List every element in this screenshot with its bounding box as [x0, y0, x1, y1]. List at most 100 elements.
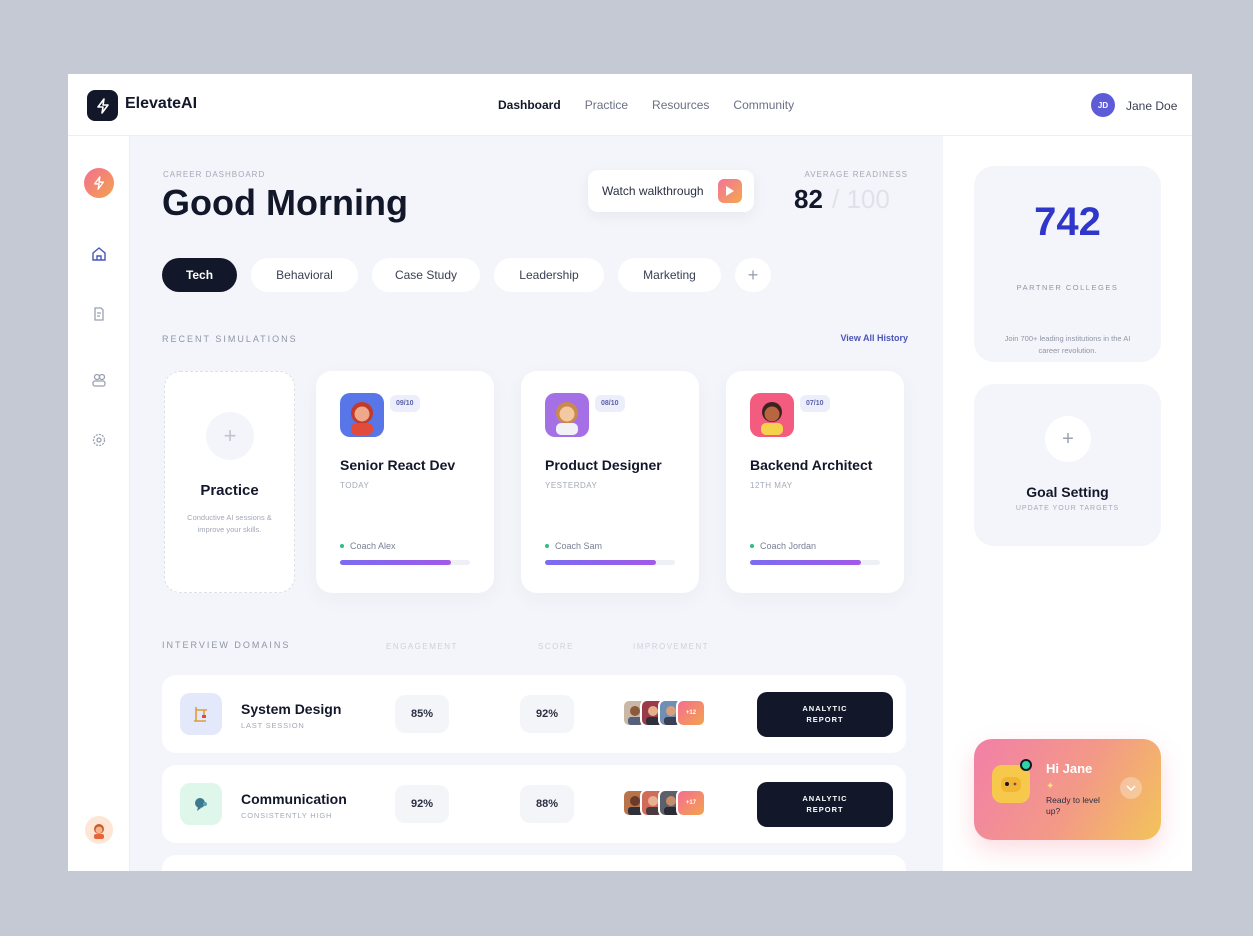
simulation-title: Product Designer	[545, 457, 662, 473]
tab-case-study[interactable]: Case Study	[372, 258, 480, 292]
practice-card[interactable]: + Practice Conductive AI sessions & impr…	[164, 371, 295, 593]
improvement-avatars: +12	[622, 699, 706, 727]
status-dot	[340, 544, 344, 548]
coach-label: Coach Sam	[555, 541, 603, 551]
sidebar	[68, 136, 130, 871]
recent-simulations-heading: RECENT SIMULATIONS	[162, 334, 298, 344]
coach-label: Coach Jordan	[760, 541, 817, 551]
column-score: SCORE	[538, 642, 574, 651]
goal-setting-card[interactable]: + Goal Setting UPDATE YOUR TARGETS	[974, 384, 1161, 546]
simulation-date: 12TH MAY	[750, 481, 793, 490]
coach-name: Coach Alex	[340, 541, 396, 551]
interview-domains-heading: INTERVIEW DOMAINS	[162, 640, 291, 650]
domain-row[interactable]: System Design LAST SESSION 85% 92% +12 A…	[162, 675, 906, 753]
user-name[interactable]: Jane Doe	[1126, 99, 1177, 113]
page-title: Good Morning	[162, 182, 408, 223]
progress-fill	[750, 560, 861, 565]
practice-title: Practice	[200, 482, 259, 499]
tab-behavioral[interactable]: Behavioral	[251, 258, 358, 292]
document-icon[interactable]	[87, 302, 111, 326]
coach-avatar	[340, 393, 384, 437]
online-status-dot	[1020, 759, 1032, 771]
engagement-value: 85%	[395, 695, 449, 733]
report-line1: ANALYTIC	[802, 794, 848, 803]
analytic-report-button[interactable]: ANALYTIC REPORT	[757, 782, 893, 827]
play-icon	[717, 179, 742, 203]
chevron-down-icon[interactable]	[1120, 777, 1142, 799]
domain-subtitle: LAST SESSION	[241, 721, 305, 730]
status-dot	[545, 544, 549, 548]
brand-name: ElevateAI	[125, 95, 198, 112]
user-avatar[interactable]: JD	[1091, 93, 1115, 117]
simulation-date: YESTERDAY	[545, 481, 598, 490]
domain-row-partial[interactable]	[162, 855, 906, 871]
score-badge: 07/10	[800, 395, 830, 412]
view-all-history-link[interactable]: View All History	[808, 333, 908, 343]
simulation-card[interactable]: 08/10 Product Designer YESTERDAY Coach S…	[521, 371, 699, 593]
report-line2: REPORT	[806, 714, 844, 724]
nav-community[interactable]: Community	[733, 98, 794, 112]
assistant-chat-card[interactable]: Hi Jane ✦ Ready to level up?	[974, 739, 1161, 840]
page-eyebrow: CAREER DASHBOARD	[163, 170, 266, 179]
plus-icon[interactable]: +	[206, 412, 254, 460]
status-dot	[750, 544, 754, 548]
nav-resources[interactable]: Resources	[652, 98, 709, 112]
simulation-date: TODAY	[340, 481, 370, 490]
stat-description: Join 700+ leading institutions in the AI…	[1004, 334, 1131, 355]
coach-name: Coach Jordan	[750, 541, 816, 551]
home-icon[interactable]	[87, 242, 111, 266]
speech-icon	[180, 783, 222, 825]
coach-name: Coach Sam	[545, 541, 602, 551]
stat-label: PARTNER COLLEGES	[1016, 283, 1119, 292]
report-line1: ANALYTIC	[802, 704, 848, 713]
progress-bar	[545, 560, 675, 565]
goal-subtitle: UPDATE YOUR TARGETS	[1015, 505, 1120, 512]
coach-label: Coach Alex	[350, 541, 396, 551]
walkthrough-label: Watch walkthrough	[602, 184, 704, 198]
coach-avatar	[750, 393, 794, 437]
tab-marketing[interactable]: Marketing	[618, 258, 721, 292]
simulation-card[interactable]: 09/10 Senior React Dev TODAY Coach Alex	[316, 371, 494, 593]
profile-avatar[interactable]	[85, 816, 113, 844]
more-avatars-badge[interactable]: +12	[676, 699, 706, 727]
progress-fill	[340, 560, 451, 565]
more-avatars-badge[interactable]: +17	[676, 789, 706, 817]
progress-fill	[545, 560, 656, 565]
report-line2: REPORT	[806, 804, 844, 814]
settings-icon[interactable]	[87, 428, 111, 452]
chat-greeting: Hi Jane	[1046, 761, 1093, 776]
domain-subtitle: CONSISTENTLY HIGH	[241, 811, 333, 820]
stat-number: 742	[1034, 200, 1101, 244]
simulation-title: Backend Architect	[750, 457, 873, 473]
progress-bar	[750, 560, 880, 565]
engagement-value: 92%	[395, 785, 449, 823]
logo-icon[interactable]	[87, 90, 118, 121]
right-panel: 742 PARTNER COLLEGES Join 700+ leading i…	[943, 136, 1192, 871]
nav-practice[interactable]: Practice	[585, 98, 628, 112]
chat-message: Ready to level up?	[1046, 795, 1100, 817]
nav-dashboard[interactable]: Dashboard	[498, 98, 561, 112]
readiness-label: AVERAGE READINESS	[804, 170, 908, 179]
tab-leadership[interactable]: Leadership	[494, 258, 604, 292]
column-engagement: ENGAGEMENT	[386, 642, 458, 651]
tab-tech[interactable]: Tech	[162, 258, 237, 292]
readiness-total: / 100	[832, 184, 890, 214]
score-badge: 09/10	[390, 395, 420, 412]
progress-bar	[340, 560, 470, 565]
top-bar: ElevateAI Dashboard Practice Resources C…	[68, 74, 1192, 136]
users-icon[interactable]	[87, 368, 111, 392]
plus-icon[interactable]: +	[1045, 416, 1091, 462]
coach-avatar	[545, 393, 589, 437]
score-value: 88%	[520, 785, 574, 823]
crane-icon	[180, 693, 222, 735]
improvement-avatars: +17	[622, 789, 706, 817]
sidebar-bolt-icon[interactable]	[84, 168, 114, 198]
add-tab-button[interactable]: +	[735, 258, 771, 292]
practice-description: Conductive AI sessions & improve your sk…	[187, 513, 272, 534]
readiness-score: 82	[794, 184, 823, 214]
watch-walkthrough-button[interactable]: Watch walkthrough	[588, 170, 754, 212]
domain-row[interactable]: Communication CONSISTENTLY HIGH 92% 88% …	[162, 765, 906, 843]
domain-name: Communication	[241, 791, 347, 807]
analytic-report-button[interactable]: ANALYTIC REPORT	[757, 692, 893, 737]
simulation-card[interactable]: 07/10 Backend Architect 12TH MAY Coach J…	[726, 371, 904, 593]
